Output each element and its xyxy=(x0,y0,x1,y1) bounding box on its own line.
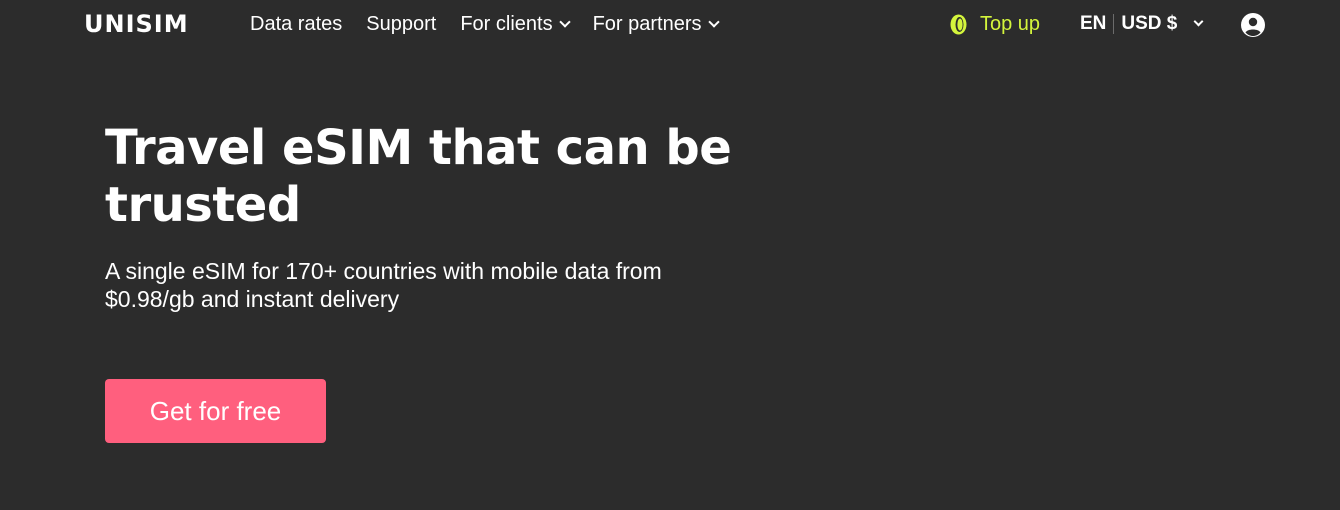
page: UNISIM Data rates Support For clients Fo… xyxy=(0,0,1340,510)
chevron-down-icon xyxy=(1193,16,1204,27)
nav-support[interactable]: Support xyxy=(366,13,436,36)
nav-data-rates-label: Data rates xyxy=(250,13,343,35)
hero-title: Travel eSIM that can be trusted xyxy=(105,120,732,233)
main-nav: Data rates Support For clients For partn… xyxy=(250,13,742,36)
nav-for-clients[interactable]: For clients xyxy=(460,13,571,36)
top-up-link[interactable]: Top up xyxy=(950,13,1040,36)
nav-for-partners-label: For partners xyxy=(592,13,702,35)
nav-for-partners[interactable]: For partners xyxy=(592,13,720,36)
language-currency-selector[interactable]: EN USD $ xyxy=(1080,13,1204,35)
chevron-down-icon xyxy=(707,16,720,28)
nav-for-clients-label: For clients xyxy=(460,13,553,35)
hero-subtitle: A single eSIM for 170+ countries with mo… xyxy=(105,258,662,312)
coin-icon xyxy=(950,14,967,35)
language-label: EN xyxy=(1080,13,1107,34)
site-header: UNISIM Data rates Support For clients Fo… xyxy=(0,0,1340,50)
get-for-free-button[interactable]: Get for free xyxy=(105,379,326,443)
divider xyxy=(1113,14,1115,34)
chevron-down-icon xyxy=(558,16,571,28)
logo[interactable]: UNISIM xyxy=(84,10,189,38)
nav-data-rates[interactable]: Data rates xyxy=(250,13,342,36)
currency-label: USD $ xyxy=(1121,13,1178,34)
account-icon[interactable] xyxy=(1240,12,1266,38)
top-up-label: Top up xyxy=(980,13,1041,35)
nav-support-label: Support xyxy=(366,13,437,35)
